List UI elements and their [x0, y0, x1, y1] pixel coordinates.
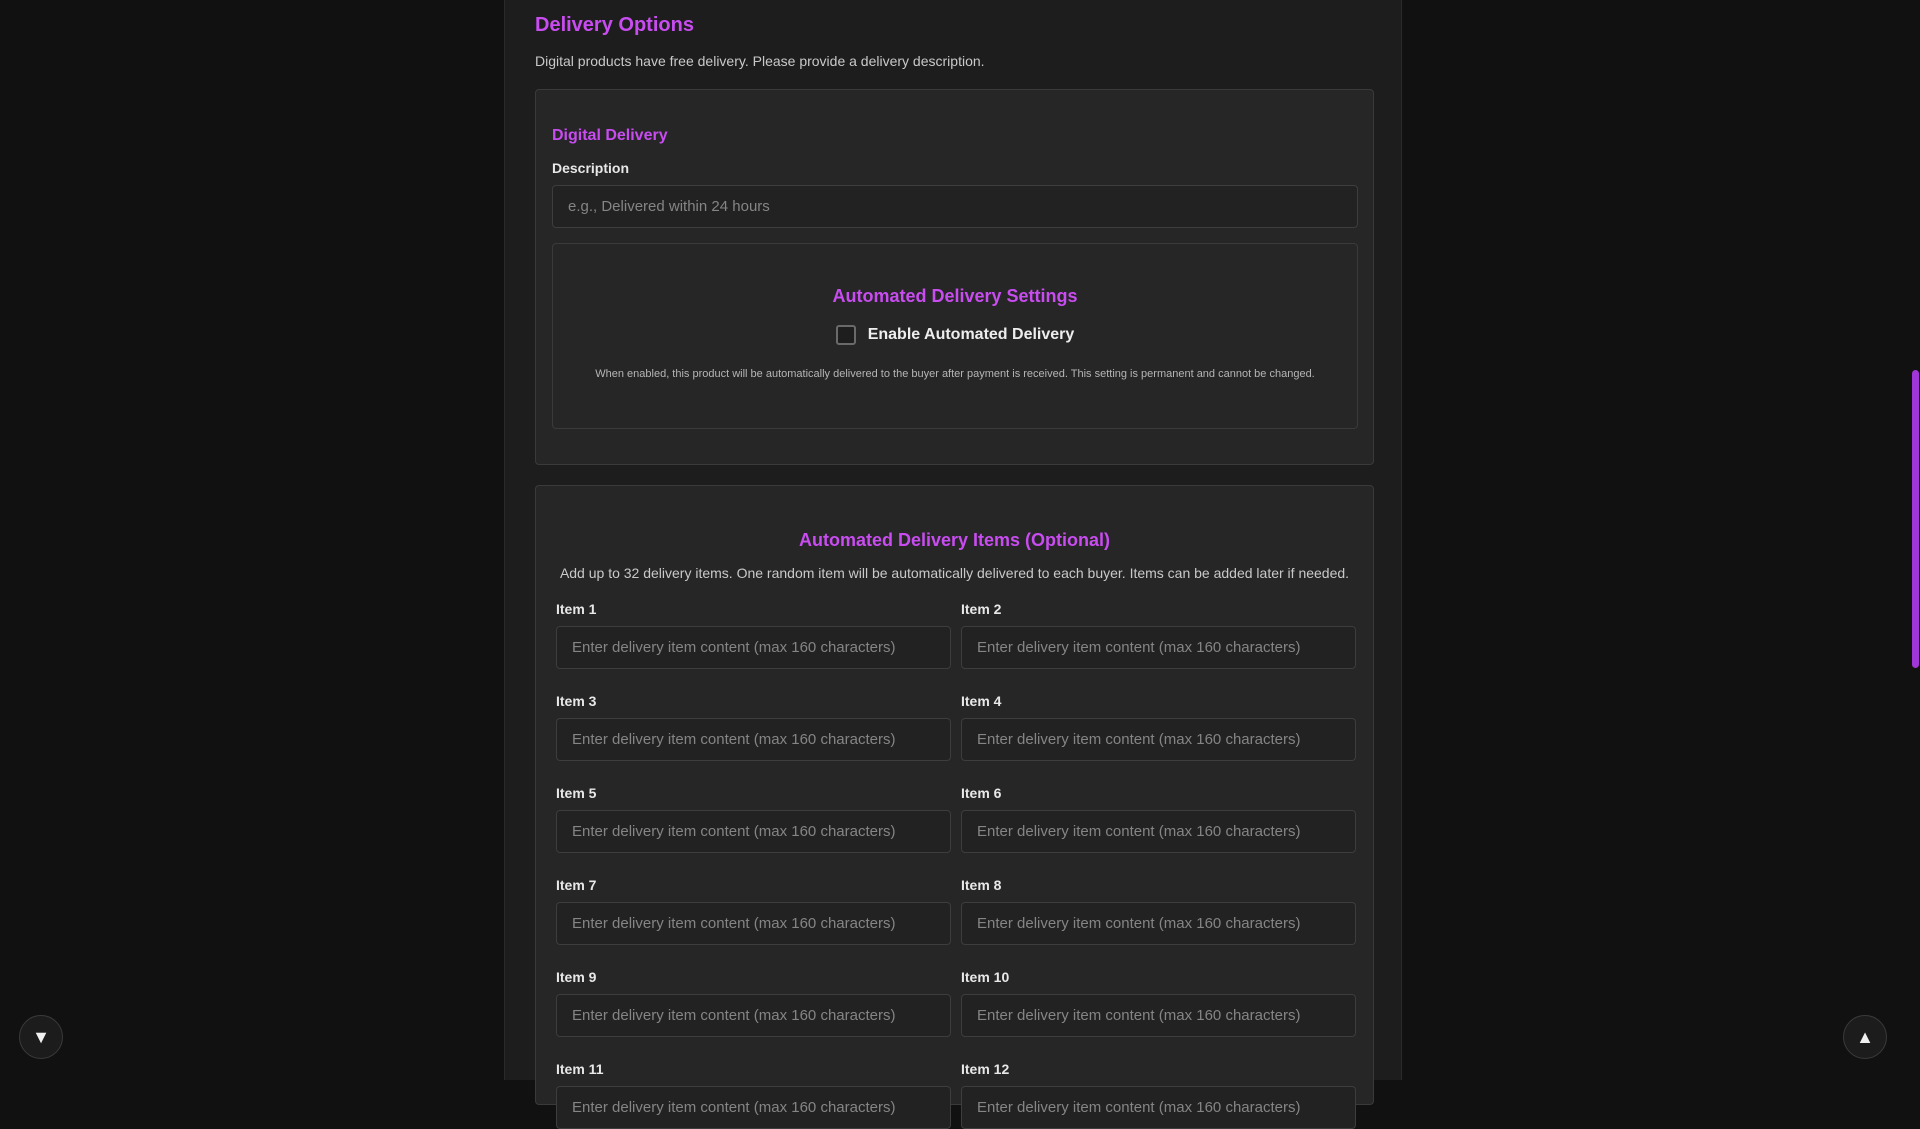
- delivery-item-input[interactable]: [961, 902, 1356, 945]
- delivery-item-input[interactable]: [961, 810, 1356, 853]
- scrollbar-track[interactable]: [1910, 0, 1920, 1080]
- triangle-down-icon: ▼: [32, 1026, 50, 1047]
- delivery-item-input[interactable]: [556, 626, 951, 669]
- delivery-item-label: Item 11: [556, 1061, 604, 1077]
- delivery-item-input[interactable]: [556, 718, 951, 761]
- scroll-up-button[interactable]: ▲: [1843, 1015, 1887, 1059]
- delivery-item-input[interactable]: [961, 718, 1356, 761]
- delivery-item-input[interactable]: [556, 994, 951, 1037]
- delivery-item-label: Item 2: [961, 601, 1002, 617]
- triangle-up-icon: ▲: [1856, 1026, 1874, 1047]
- delivery-item: Item 9: [556, 969, 951, 1037]
- scroll-down-button[interactable]: ▼: [19, 1015, 63, 1059]
- delivery-item: Item 7: [556, 877, 951, 945]
- delivery-item-input[interactable]: [961, 1086, 1356, 1129]
- form-panel: Delivery Options Digital products have f…: [504, 0, 1402, 1129]
- delivery-item: Item 4: [961, 693, 1356, 761]
- delivery-item-input[interactable]: [961, 994, 1356, 1037]
- delivery-item-input[interactable]: [556, 1086, 951, 1129]
- delivery-item-label: Item 12: [961, 1061, 1010, 1077]
- automated-settings-title: Automated Delivery Settings: [832, 286, 1078, 306]
- description-label: Description: [552, 160, 630, 176]
- delivery-item-label: Item 5: [556, 785, 597, 801]
- delivery-item: Item 2: [961, 601, 1356, 669]
- enable-automation-label[interactable]: Enable Automated Delivery: [868, 326, 1075, 344]
- delivery-item: Item 10: [961, 969, 1356, 1037]
- enable-automation-row: Enable Automated Delivery: [553, 325, 1357, 345]
- delivery-item-label: Item 1: [556, 601, 597, 617]
- delivery-items-grid: Item 1 Item 2 Item 3 Item 4 Item 5 Item 6 Item…: [556, 601, 1356, 1129]
- delivery-item-input[interactable]: [961, 626, 1356, 669]
- delivery-options-title: Delivery Options: [535, 14, 694, 36]
- digital-delivery-title: Digital Delivery: [552, 127, 668, 144]
- delivery-item: Item 1: [556, 601, 951, 669]
- delivery-item: Item 5: [556, 785, 951, 853]
- delivery-items-title: Automated Delivery Items (Optional): [798, 530, 1111, 550]
- delivery-item: Item 12: [961, 1061, 1356, 1129]
- enable-automation-checkbox[interactable]: [835, 325, 856, 345]
- delivery-item-label: Item 8: [961, 877, 1002, 893]
- delivery-item-label: Item 3: [556, 693, 597, 709]
- scrollbar-thumb[interactable]: [1912, 370, 1919, 668]
- delivery-item: Item 3: [556, 693, 951, 761]
- delivery-item-label: Item 10: [961, 969, 1010, 985]
- description-input[interactable]: [552, 185, 1358, 228]
- automation-note: When enabled, this product will be autom…: [595, 368, 1315, 380]
- delivery-item-input[interactable]: [556, 810, 951, 853]
- delivery-item: Item 8: [961, 877, 1356, 945]
- delivery-item-label: Item 4: [961, 693, 1002, 709]
- delivery-items-card: Automated Delivery Items (Optional) Add …: [535, 485, 1374, 1129]
- delivery-item-label: Item 6: [961, 785, 1002, 801]
- delivery-item-label: Item 7: [556, 877, 597, 893]
- delivery-items-description: Add up to 32 delivery items. One random …: [559, 565, 1350, 581]
- delivery-item-input[interactable]: [556, 902, 951, 945]
- delivery-item: Item 11: [556, 1061, 951, 1129]
- delivery-options-description: Digital products have free delivery. Ple…: [535, 53, 985, 69]
- delivery-item-label: Item 9: [556, 969, 597, 985]
- delivery-item: Item 6: [961, 785, 1356, 853]
- digital-delivery-card: Digital Delivery Description Automated D…: [535, 89, 1374, 465]
- automated-settings-box: Automated Delivery Settings Enable Autom…: [552, 243, 1358, 429]
